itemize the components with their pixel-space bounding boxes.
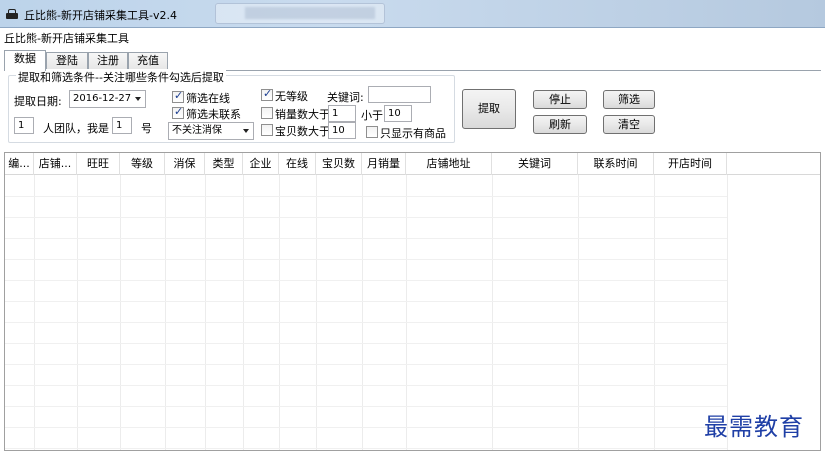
chevron-down-icon[interactable] [243,129,249,133]
column-header-id[interactable]: 编... [5,153,34,175]
checkbox-checked-icon[interactable] [172,105,184,119]
window-title-bar: 丘比熊-新开店铺采集工具-v2.4 [0,0,825,28]
checkbox-unchecked-icon[interactable] [261,107,273,119]
filter-button[interactable]: 筛选 [603,90,655,109]
column-header-keyword[interactable]: 关键词 [492,153,578,175]
checkbox-checked-icon[interactable] [261,87,273,101]
filter-group-title: 提取和筛选条件--关注哪些条件勾选后提取 [16,69,226,85]
tab-data[interactable]: 数据 [4,50,46,71]
column-header-type[interactable]: 类型 [205,153,243,175]
column-header-shop-address[interactable]: 店铺地址 [406,153,492,175]
date-picker[interactable]: 2016-12-27 [69,90,146,108]
column-header-wangwang[interactable]: 旺旺 [77,153,120,175]
refresh-button[interactable]: 刷新 [533,115,587,134]
column-header-deposit[interactable]: 消保 [165,153,205,175]
watermark: 最需教育 [704,413,804,441]
sales-min-input[interactable]: 1 [328,105,356,122]
column-header-enterprise[interactable]: 企业 [243,153,279,175]
window-title: 丘比熊-新开店铺采集工具-v2.4 [24,9,177,22]
app-icon [6,9,18,19]
member-suffix-label: 号 [141,122,152,135]
tab-register[interactable]: 注册 [88,52,128,70]
clear-button[interactable]: 清空 [603,115,655,134]
tab-recharge[interactable]: 充值 [128,52,168,70]
checkbox-checked-icon[interactable] [172,89,184,103]
keyword-label: 关键词: [327,91,364,104]
deposit-select[interactable]: 不关注消保 [168,122,254,140]
stop-button[interactable]: 停止 [533,90,587,109]
tab-login[interactable]: 登陆 [46,52,88,70]
team-size-input[interactable]: 1 [14,117,34,134]
member-number-input[interactable]: 1 [112,117,132,134]
date-label: 提取日期: [14,95,62,108]
keyword-input[interactable] [368,86,431,103]
results-table[interactable]: 编... 店铺... 旺旺 等级 消保 类型 企业 在线 宝贝数 月销量 店铺地… [4,152,821,451]
column-header-shop[interactable]: 店铺... [34,153,77,175]
column-header-grade[interactable]: 等级 [120,153,165,175]
team-label: 人团队，我是 [43,122,109,135]
checkbox-unchecked-icon[interactable] [261,124,273,136]
column-header-open-time[interactable]: 开店时间 [654,153,727,175]
sales-max-input[interactable]: 10 [384,105,412,122]
column-header-monthly-sales[interactable]: 月销量 [362,153,406,175]
column-header-contact-time[interactable]: 联系时间 [578,153,654,175]
less-than-label: 小于 [361,109,383,122]
column-header-items[interactable]: 宝贝数 [316,153,362,175]
items-min-input[interactable]: 10 [328,122,356,139]
column-header-online[interactable]: 在线 [279,153,316,175]
app-header-title: 丘比熊-新开店铺采集工具 [4,32,129,45]
chevron-down-icon[interactable] [135,97,141,101]
checkbox-unchecked-icon[interactable] [366,126,378,138]
table-header: 编... 店铺... 旺旺 等级 消保 类型 企业 在线 宝贝数 月销量 店铺地… [5,153,820,175]
extract-button[interactable]: 提取 [462,89,516,129]
